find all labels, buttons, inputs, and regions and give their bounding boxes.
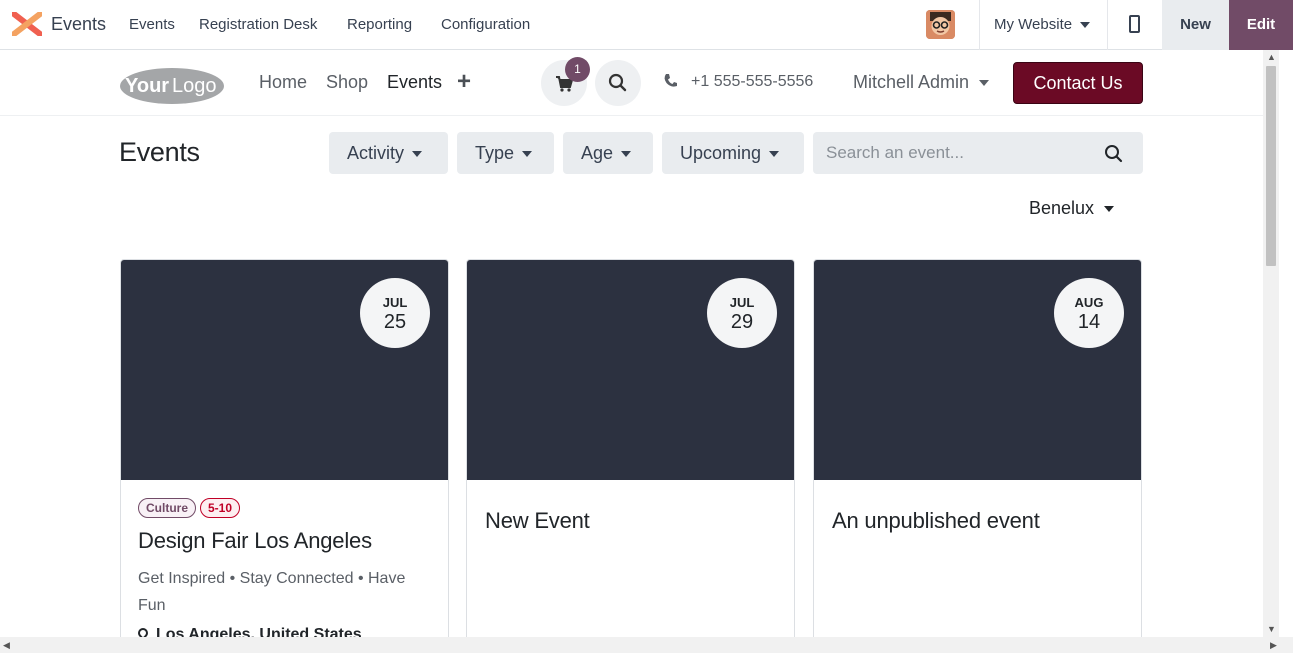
add-menu-item-icon[interactable]: + [457,68,471,96]
scroll-up-icon[interactable]: ▲ [1267,52,1276,62]
caret-down-icon [979,80,990,87]
event-title[interactable]: An unpublished event [832,508,1040,534]
filter-age[interactable]: Age [563,132,653,174]
tag-age[interactable]: 5-10 [200,498,241,518]
event-search-input[interactable] [813,132,1083,174]
scroll-right-icon[interactable]: ▶ [1270,640,1277,651]
filter-label: Age [581,143,614,163]
event-title[interactable]: New Event [485,508,590,534]
caret-down-icon [769,151,780,158]
divider [1107,0,1108,50]
phone-icon [664,74,677,87]
caret-down-icon [1104,206,1115,213]
divider [979,0,980,50]
page-title: Events [119,137,200,167]
filter-type[interactable]: Type [457,132,554,174]
event-search [813,132,1143,174]
app-name[interactable]: Events [51,14,106,35]
mobile-preview-icon[interactable] [1129,15,1140,33]
search-icon[interactable] [1103,143,1125,165]
event-subtitle: Get Inspired • Stay Connected • Have Fun [138,570,406,614]
event-day: 29 [730,311,754,333]
filter-activity[interactable]: Activity [329,132,448,174]
search-button[interactable] [595,60,641,106]
event-tags: Culture 5-10 [138,498,241,518]
scroll-left-icon[interactable]: ◀ [3,640,10,651]
event-card[interactable]: JUL 29 New Event [466,259,795,653]
caret-down-icon [621,151,632,158]
logo-text: Your [125,75,169,97]
svg-text:Logo: Logo [172,75,217,97]
filter-label: Upcoming [680,143,762,163]
event-card[interactable]: AUG 14 An unpublished event [813,259,1142,653]
website-selector-label: My Website [994,16,1073,33]
event-title[interactable]: Design Fair Los Angeles [138,528,372,554]
nav-shop[interactable]: Shop [326,72,368,93]
event-month: JUL [382,295,408,310]
new-button[interactable]: New [1162,0,1229,50]
event-date-badge: AUG 14 [1054,278,1124,348]
website-selector[interactable]: My Website [994,16,1091,33]
event-month: JUL [729,295,755,310]
scroll-down-icon[interactable]: ▼ [1267,624,1276,634]
event-date-badge: JUL 25 [360,278,430,348]
caret-down-icon [522,151,533,158]
menu-configuration[interactable]: Configuration [441,16,530,33]
user-avatar[interactable] [926,10,955,39]
phone-number[interactable]: +1 555-555-5556 [691,73,813,91]
caret-down-icon [412,151,423,158]
nav-events[interactable]: Events [387,72,442,93]
region-selector[interactable]: Benelux [1029,198,1115,219]
menu-registration-desk[interactable]: Registration Desk [199,16,317,33]
caret-down-icon [1080,22,1091,29]
horizontal-scrollbar[interactable]: ◀ ▶ [0,637,1293,653]
cart-count-badge: 1 [565,57,590,82]
event-day: 25 [383,311,407,333]
website-header: Your Logo Home Shop Events + 1 +1 555-55… [0,50,1263,116]
vertical-scroll-thumb[interactable] [1266,66,1276,266]
event-month: AUG [1074,295,1104,310]
contact-us-button[interactable]: Contact Us [1013,62,1143,104]
edit-button[interactable]: Edit [1229,0,1293,50]
search-icon [608,73,627,92]
tag-culture[interactable]: Culture [138,498,196,518]
event-day: 14 [1077,311,1101,333]
user-menu[interactable]: Mitchell Admin [853,72,990,93]
vertical-scrollbar[interactable]: ▲ ▼ [1263,50,1279,637]
odoo-top-bar: Events Events Registration Desk Reportin… [0,0,1293,50]
filter-label: Type [475,143,515,163]
user-name: Mitchell Admin [853,72,970,92]
events-app-icon[interactable] [12,12,42,36]
filter-upcoming[interactable]: Upcoming [662,132,804,174]
filter-label: Activity [347,143,405,163]
event-date-badge: JUL 29 [707,278,777,348]
region-label: Benelux [1029,198,1095,218]
event-card[interactable]: JUL 25 Culture 5-10 Design Fair Los Ange… [120,259,449,653]
nav-home[interactable]: Home [259,72,307,93]
site-logo[interactable]: Your Logo [119,65,225,105]
menu-reporting[interactable]: Reporting [347,16,412,33]
menu-events[interactable]: Events [129,16,175,33]
